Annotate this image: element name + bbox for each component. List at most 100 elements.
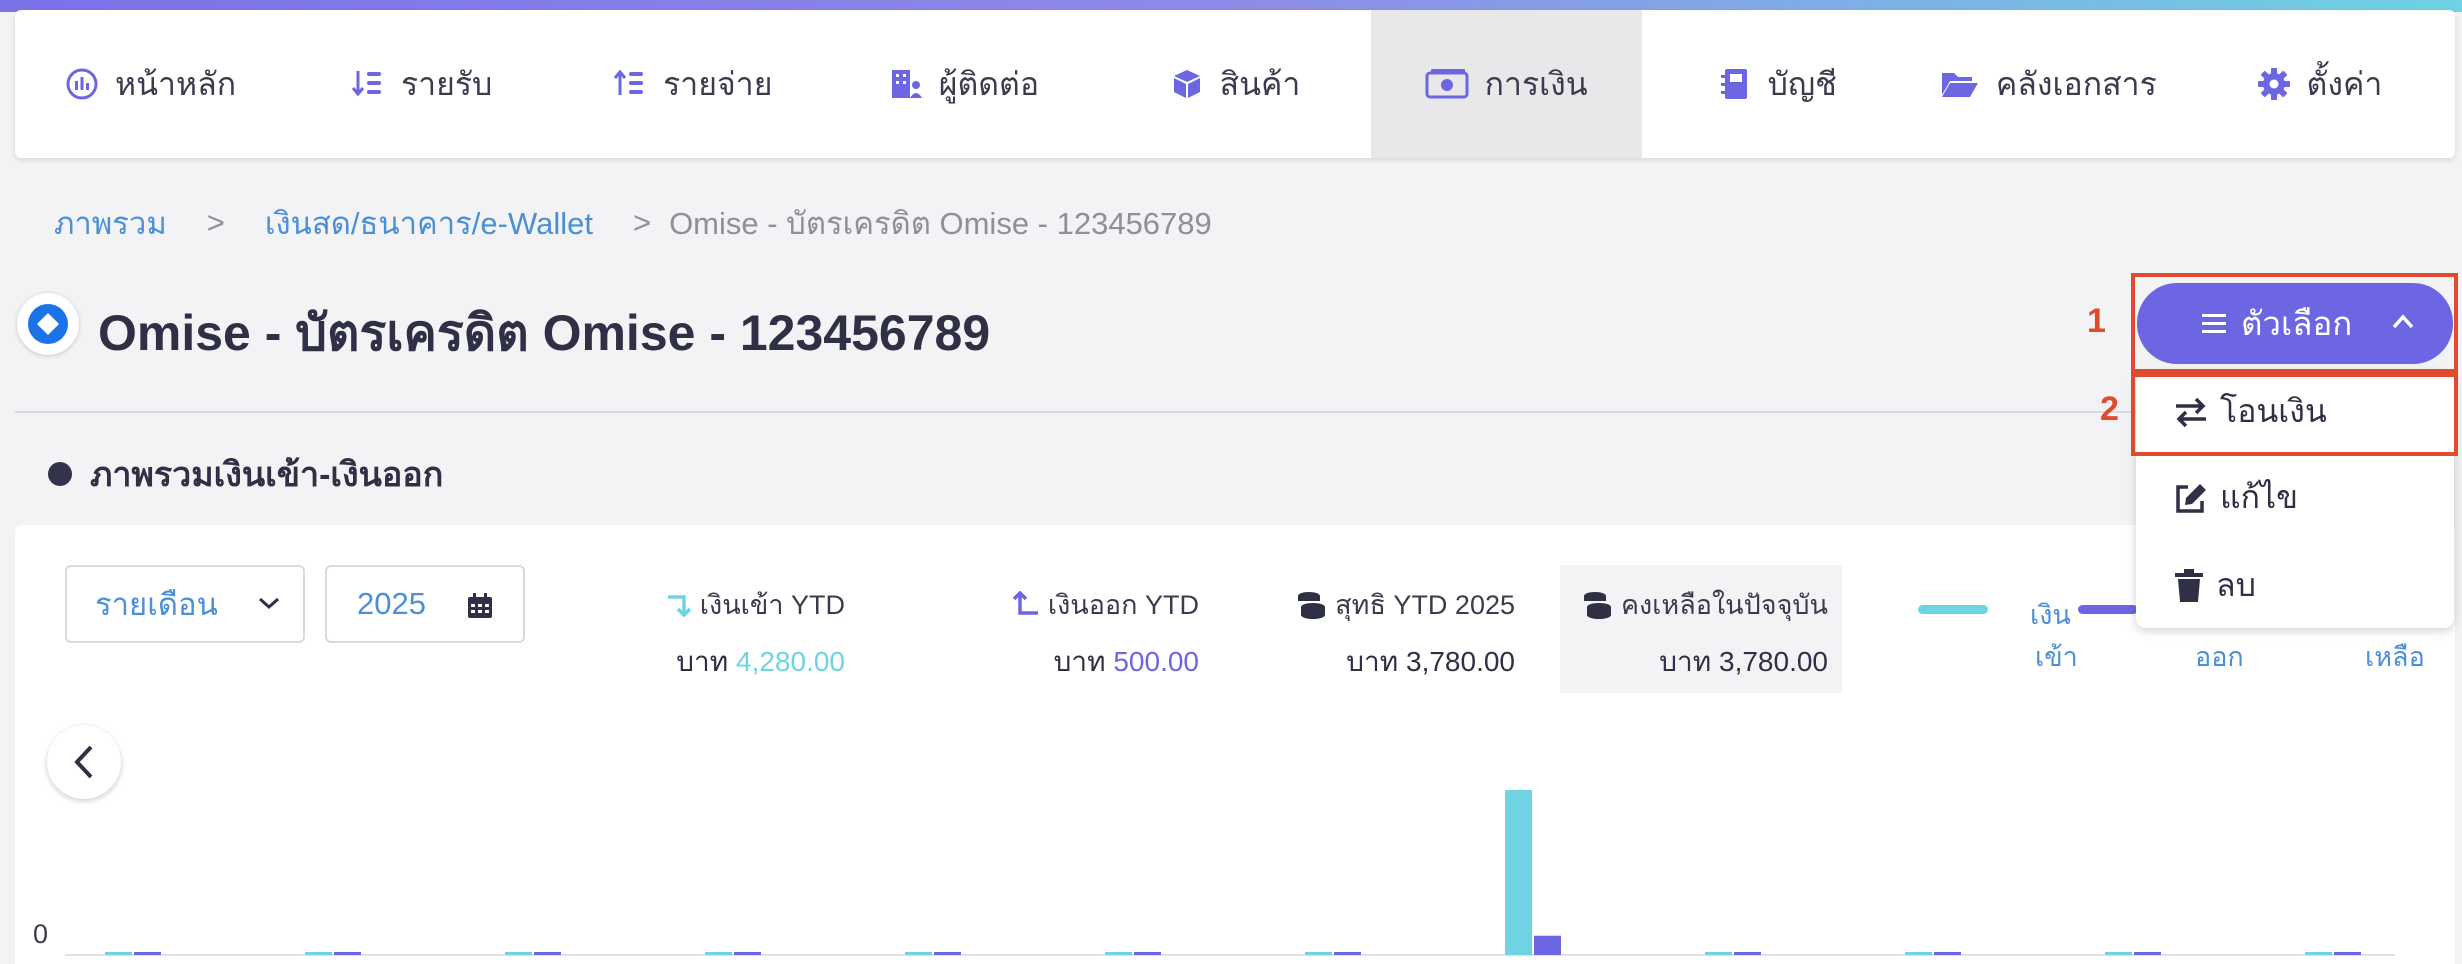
account-logo xyxy=(17,293,79,355)
nav-item-home[interactable]: หน้าหลัก xyxy=(15,10,286,158)
breadcrumb: ภาพรวม > เงินสด/ธนาคาร/e-Wallet > Omise … xyxy=(54,198,1212,248)
chart-bar-income[interactable] xyxy=(1305,952,1332,955)
nav-label: การเงิน xyxy=(1484,65,1588,102)
chart-bar-expense[interactable] xyxy=(334,952,361,955)
breadcrumb-overview-link[interactable]: ภาพรวม xyxy=(54,198,167,248)
chart-bar-income[interactable] xyxy=(105,952,132,955)
nav-label: สินค้า xyxy=(1219,65,1301,102)
nav-label: บัญชี xyxy=(1767,65,1837,102)
chart-bar-expense[interactable] xyxy=(534,952,561,955)
nav-item-products[interactable]: สินค้า xyxy=(1099,10,1370,158)
chart-bar-expense[interactable] xyxy=(1934,952,1961,955)
omise-diamond-icon xyxy=(28,304,68,344)
chart-bar-expense[interactable] xyxy=(1734,952,1761,955)
stat-expense-value: 500.00 xyxy=(1113,646,1199,677)
contacts-building-icon xyxy=(891,70,922,98)
legend-income-swatch xyxy=(1918,605,1988,614)
legend-balance-label[interactable]: เหลือ xyxy=(2365,635,2425,678)
nav-item-contacts[interactable]: ผู้ติดต่อ xyxy=(828,10,1099,158)
income-expense-chart xyxy=(65,790,2395,956)
chart-bar-income[interactable] xyxy=(1705,952,1732,955)
edit-pen-icon xyxy=(2176,483,2206,513)
stat-income-value: 4,280.00 xyxy=(736,646,845,677)
chart-bar-income[interactable] xyxy=(905,952,932,955)
nav-label: ตั้งค่า xyxy=(2306,65,2383,102)
nav-item-documents[interactable]: คลังเอกสาร xyxy=(1913,10,2184,158)
ledger-book-icon xyxy=(1720,69,1747,99)
chart-bar-income[interactable] xyxy=(1905,952,1932,955)
coins-icon xyxy=(1298,591,1326,619)
nav-item-income[interactable]: รายรับ xyxy=(286,10,557,158)
trash-icon xyxy=(2175,568,2203,602)
chevron-down-icon xyxy=(259,597,279,610)
nav-label: หน้าหลัก xyxy=(115,65,237,102)
chart-bar-expense[interactable] xyxy=(734,952,761,955)
money-bill-icon xyxy=(1425,69,1469,99)
nav-label: รายรับ xyxy=(400,65,493,102)
chart-prev-button[interactable] xyxy=(47,725,121,799)
stat-net-value: บาท 3,780.00 xyxy=(1346,646,1515,677)
chevron-left-icon xyxy=(74,745,93,779)
y-tick-label: 0 xyxy=(33,919,49,949)
nav-label: ผู้ติดต่อ xyxy=(938,65,1040,102)
chart-bar-expense[interactable] xyxy=(2334,952,2361,955)
chart-bar-income[interactable] xyxy=(2105,952,2132,955)
period-select-value: รายเดือน xyxy=(95,587,218,622)
nav-item-finance[interactable]: การเงิน xyxy=(1370,10,1642,158)
chart-bar-expense[interactable] xyxy=(1334,952,1361,955)
chart-bar-income[interactable] xyxy=(1505,790,1532,955)
menu-item-delete[interactable]: ลบ xyxy=(2174,560,2256,611)
gear-icon xyxy=(2257,68,2290,100)
period-select[interactable]: รายเดือน xyxy=(65,565,305,643)
product-box-icon xyxy=(1173,70,1200,98)
expense-arrow-icon xyxy=(1012,590,1038,615)
income-arrow-icon xyxy=(667,594,692,617)
chart-bar-income[interactable] xyxy=(705,952,732,955)
dashboard-gauge-icon xyxy=(66,68,98,100)
legend-income-label-1[interactable]: เงิน xyxy=(2030,593,2071,636)
section-title-text: ภาพรวมเงินเข้า-เงินออก xyxy=(90,456,444,494)
legend-expense-label[interactable]: ออก xyxy=(2195,635,2244,678)
highlight-box-transfer xyxy=(2131,373,2458,456)
chart-bar-expense[interactable] xyxy=(1534,935,1561,955)
stat-balance: คงเหลือในปัจจุบัน บาท 3,780.00 xyxy=(1581,583,1828,684)
nav-label: รายจ่าย xyxy=(663,65,773,102)
stat-net-label: สุทธิ YTD 2025 xyxy=(1335,590,1515,620)
chart-bar-expense[interactable] xyxy=(134,952,161,955)
stat-income-ytd: เงินเข้า YTD บาท 4,280.00 xyxy=(664,583,845,684)
stat-net-ytd: สุทธิ YTD 2025 บาท 3,780.00 xyxy=(1295,583,1515,684)
stat-expense-label: เงินออก YTD xyxy=(1047,590,1199,620)
menu-item-edit[interactable]: แก้ไข xyxy=(2174,472,2298,523)
stat-balance-value: บาท 3,780.00 xyxy=(1659,646,1828,677)
chart-bar-income[interactable] xyxy=(1105,952,1132,955)
stat-income-currency: บาท xyxy=(676,646,729,677)
divider xyxy=(15,411,2455,413)
nav-label: คลังเอกสาร xyxy=(1995,65,2157,102)
chart-bar-expense[interactable] xyxy=(2134,952,2161,955)
nav-item-settings[interactable]: ตั้งค่า xyxy=(2184,10,2455,158)
stat-expense-currency: บาท xyxy=(1053,646,1106,677)
chart-bar-expense[interactable] xyxy=(934,952,961,955)
section-bullet xyxy=(48,462,72,486)
stat-balance-label: คงเหลือในปัจจุบัน xyxy=(1620,590,1828,620)
nav-item-accounting[interactable]: บัญชี xyxy=(1642,10,1913,158)
main-nav: หน้าหลัก รายรับ รายจ่าย ผู้ติดต่อ สินค้า… xyxy=(15,10,2455,158)
coins-icon xyxy=(1583,591,1611,619)
breadcrumb-cash-bank-link[interactable]: เงินสด/ธนาคาร/e-Wallet xyxy=(265,198,593,248)
callout-number-1: 1 xyxy=(2087,302,2106,340)
legend-expense-swatch xyxy=(2078,605,2138,614)
highlight-box-options xyxy=(2131,273,2458,373)
folder-open-icon xyxy=(1941,73,1978,97)
year-picker-value: 2025 xyxy=(357,586,426,621)
callout-number-2: 2 xyxy=(2100,390,2119,428)
chart-bar-income[interactable] xyxy=(305,952,332,955)
menu-item-label: แก้ไข xyxy=(2220,479,2298,515)
nav-item-expense[interactable]: รายจ่าย xyxy=(557,10,828,158)
year-picker[interactable]: 2025 xyxy=(325,565,525,643)
stat-expense-ytd: เงินออก YTD บาท 500.00 xyxy=(1012,583,1199,684)
chart-bar-expense[interactable] xyxy=(1134,952,1161,955)
chart-bar-income[interactable] xyxy=(505,952,532,955)
legend-income-label-2[interactable]: เข้า xyxy=(2035,635,2078,678)
overview-panel: รายเดือน 2025 เงินเข้า YTD บาท 4,280.00 xyxy=(15,525,2455,964)
chart-bar-income[interactable] xyxy=(2305,952,2332,955)
